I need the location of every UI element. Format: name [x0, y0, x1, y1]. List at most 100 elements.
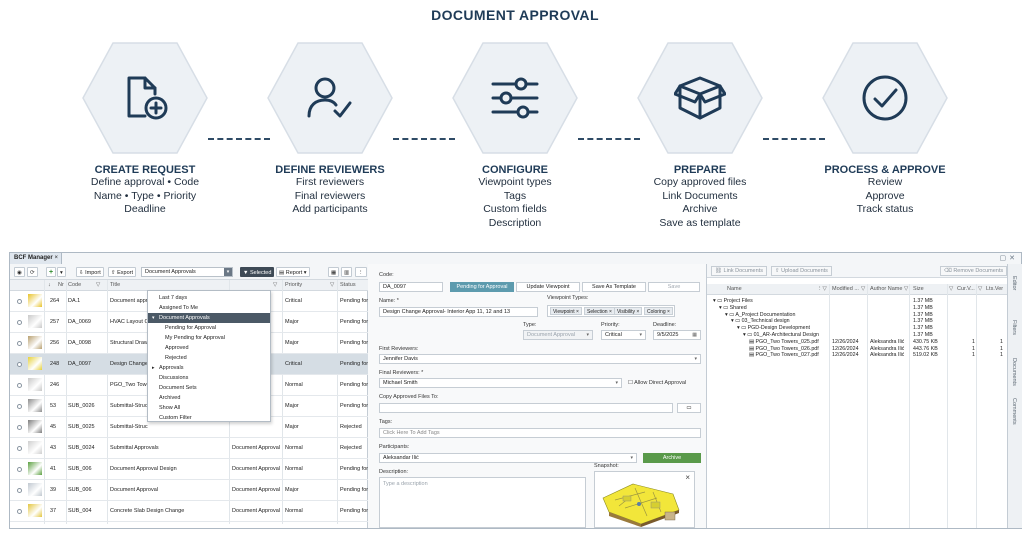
menu-item[interactable]: Rejected — [148, 353, 270, 363]
menu-item[interactable]: My Pending for Approval — [148, 333, 270, 343]
chevron-down-icon: ▾ — [615, 380, 618, 386]
import-button[interactable]: ⇩ Import — [76, 267, 104, 277]
table-row[interactable]: 43 SUB_0024 Submittal Approvals Document Ap… — [10, 438, 368, 459]
side-tab-comments[interactable]: Comments — [1011, 398, 1017, 425]
filter-icon[interactable]: ▽ — [978, 284, 982, 295]
side-tab-editor[interactable]: Editor — [1011, 276, 1017, 290]
menu-item[interactable]: Assigned To Me — [148, 303, 270, 313]
menu-item[interactable]: Show All — [148, 403, 270, 413]
filter-icon[interactable]: ▽ — [949, 284, 953, 295]
row-select-radio[interactable] — [17, 320, 22, 325]
close-tab-icon[interactable]: × — [54, 253, 58, 264]
row-select-radio[interactable] — [17, 488, 22, 493]
filter-icon[interactable]: ▽ — [904, 284, 908, 295]
more-icon[interactable]: ⋮ — [355, 267, 367, 277]
column-priority[interactable]: Priority — [285, 280, 302, 291]
add-button[interactable]: + — [46, 267, 57, 277]
tags-field[interactable]: Click Here To Add Tags — [379, 428, 701, 438]
update-viewpoint-button[interactable]: Update Viewpoint — [516, 282, 580, 292]
filter-icon[interactable]: ▽ — [273, 280, 277, 291]
tab-bcf-manager[interactable]: BCF Manager × — [10, 253, 62, 264]
column-author[interactable]: Author Name — [870, 284, 902, 295]
column-nr[interactable]: Nr — [58, 280, 64, 291]
link-documents-button[interactable]: ⛓ Link Documents — [711, 266, 767, 276]
menu-item[interactable]: Last 7 days — [148, 293, 270, 303]
archive-button[interactable]: Archive — [643, 453, 701, 463]
viewpoint-chip[interactable]: Coloring × — [644, 307, 673, 315]
column-current-version[interactable]: Cur.V... — [957, 284, 975, 295]
participants-field[interactable]: Aleksandar Ilić ▾ — [379, 453, 637, 463]
folder-icon[interactable]: ▭ — [677, 403, 701, 413]
row-select-radio[interactable] — [17, 446, 22, 451]
column-status[interactable]: Status — [340, 280, 356, 291]
save-as-template-button[interactable]: Save As Template — [582, 282, 646, 292]
menu-item[interactable]: Approved — [148, 343, 270, 353]
step-detail: Tags — [503, 189, 527, 202]
column-name[interactable]: Name — [727, 284, 742, 295]
row-select-radio[interactable] — [17, 425, 22, 430]
column-size[interactable]: Size — [913, 284, 924, 295]
code-field[interactable]: DA_0097 — [379, 282, 443, 292]
column-code[interactable]: Code — [68, 280, 81, 291]
save-button[interactable]: Save — [648, 282, 700, 292]
viewpoint-chip[interactable]: Visibility × — [614, 307, 643, 315]
report-button[interactable]: ▤ Report ▾ — [276, 267, 310, 277]
columns-icon[interactable]: ▥ — [341, 267, 353, 277]
filter-icon[interactable]: ▽ — [861, 284, 865, 295]
table-row[interactable]: 41 SUB_006 Document Approval Design Documen… — [10, 459, 368, 480]
refresh-icon[interactable]: ⟳ — [27, 267, 38, 277]
calendar-icon[interactable]: ▦ — [692, 331, 697, 339]
sort-icon[interactable]: ↓ — [48, 280, 51, 291]
grid-view-icon[interactable]: ▦ — [328, 267, 340, 277]
priority-select[interactable]: Critical ▾ — [601, 330, 646, 340]
description-textarea[interactable]: Type a description — [379, 477, 586, 528]
row-select-radio[interactable] — [17, 467, 22, 472]
table-row[interactable]: 37 SUB_004 Concrete Slab Design Change Docu… — [10, 501, 368, 522]
window-controls[interactable]: ▢✕ — [1000, 254, 1018, 262]
side-tab-documents[interactable]: Documents — [1011, 358, 1017, 386]
row-select-radio[interactable] — [17, 362, 22, 367]
row-select-radio[interactable] — [17, 509, 22, 514]
chevron-down-icon[interactable]: ▾ — [57, 267, 66, 277]
remove-documents-button[interactable]: ⌫ Remove Documents — [940, 266, 1008, 276]
column-latest-version[interactable]: Lts.Ver — [986, 284, 1003, 295]
filter-icon[interactable]: ▽ — [330, 280, 334, 291]
view-select[interactable]: Document Approvals ▾ — [141, 267, 233, 277]
allow-direct-approval[interactable]: ☐ Allow Direct Approval — [628, 380, 686, 386]
step-hexagon — [81, 40, 209, 156]
snapshot-image[interactable]: × — [594, 471, 695, 528]
viewpoint-chip[interactable]: Viewpoint × — [550, 307, 582, 315]
menu-item[interactable]: ▸ Approvals — [148, 363, 270, 373]
row-select-radio[interactable] — [17, 404, 22, 409]
menu-item[interactable]: Custom Filter — [148, 413, 270, 423]
export-button[interactable]: ⇧ Export — [108, 267, 137, 277]
status-button[interactable]: Pending for Approval — [450, 282, 514, 292]
final-reviewers-field[interactable]: Michael Smith ▾ — [379, 378, 622, 388]
menu-item[interactable]: Discussions — [148, 373, 270, 383]
close-icon[interactable]: × — [685, 473, 690, 482]
menu-item[interactable]: Pending for Approval — [148, 323, 270, 333]
tree-row[interactable]: ▤ PGO_Two Towers_027.pdf 12/26/2024 Aleksa… — [707, 352, 1007, 359]
viewpoint-types-field[interactable]: Viewpoint × Selection × Visibility × Col… — [547, 305, 675, 317]
copy-files-field[interactable] — [379, 403, 673, 413]
column-modified[interactable]: Modified ... — [832, 284, 859, 295]
row-select-radio[interactable] — [17, 299, 22, 304]
side-tab-filters[interactable]: Filters — [1011, 320, 1017, 335]
row-select-radio[interactable] — [17, 383, 22, 388]
filter-icon[interactable]: ⋮▽ — [817, 284, 827, 295]
selected-filter-button[interactable]: ▼ Selected — [240, 267, 275, 277]
upload-documents-button[interactable]: ⇧ Upload Documents — [771, 266, 832, 276]
column-title[interactable]: Title — [110, 280, 120, 291]
table-row[interactable]: 39 SUB_006 Document Approval Document Appro… — [10, 480, 368, 501]
viewpoint-chip[interactable]: Selection × — [584, 307, 615, 315]
type-select[interactable]: Document Approval ▾ — [523, 330, 593, 340]
menu-item[interactable]: ▾ Document Approvals — [148, 313, 270, 323]
deadline-field[interactable]: 9/5/2025 ▦ — [653, 330, 701, 340]
eye-icon[interactable]: ◉ — [14, 267, 25, 277]
first-reviewers-field[interactable]: Jennifer Davis ▾ — [379, 354, 701, 364]
menu-item[interactable]: Archived — [148, 393, 270, 403]
menu-item[interactable]: Document Sets — [148, 383, 270, 393]
name-field[interactable]: Design Change Approval- Interior App 11,… — [379, 307, 538, 317]
row-select-radio[interactable] — [17, 341, 22, 346]
filter-icon[interactable]: ▽ — [96, 280, 100, 291]
